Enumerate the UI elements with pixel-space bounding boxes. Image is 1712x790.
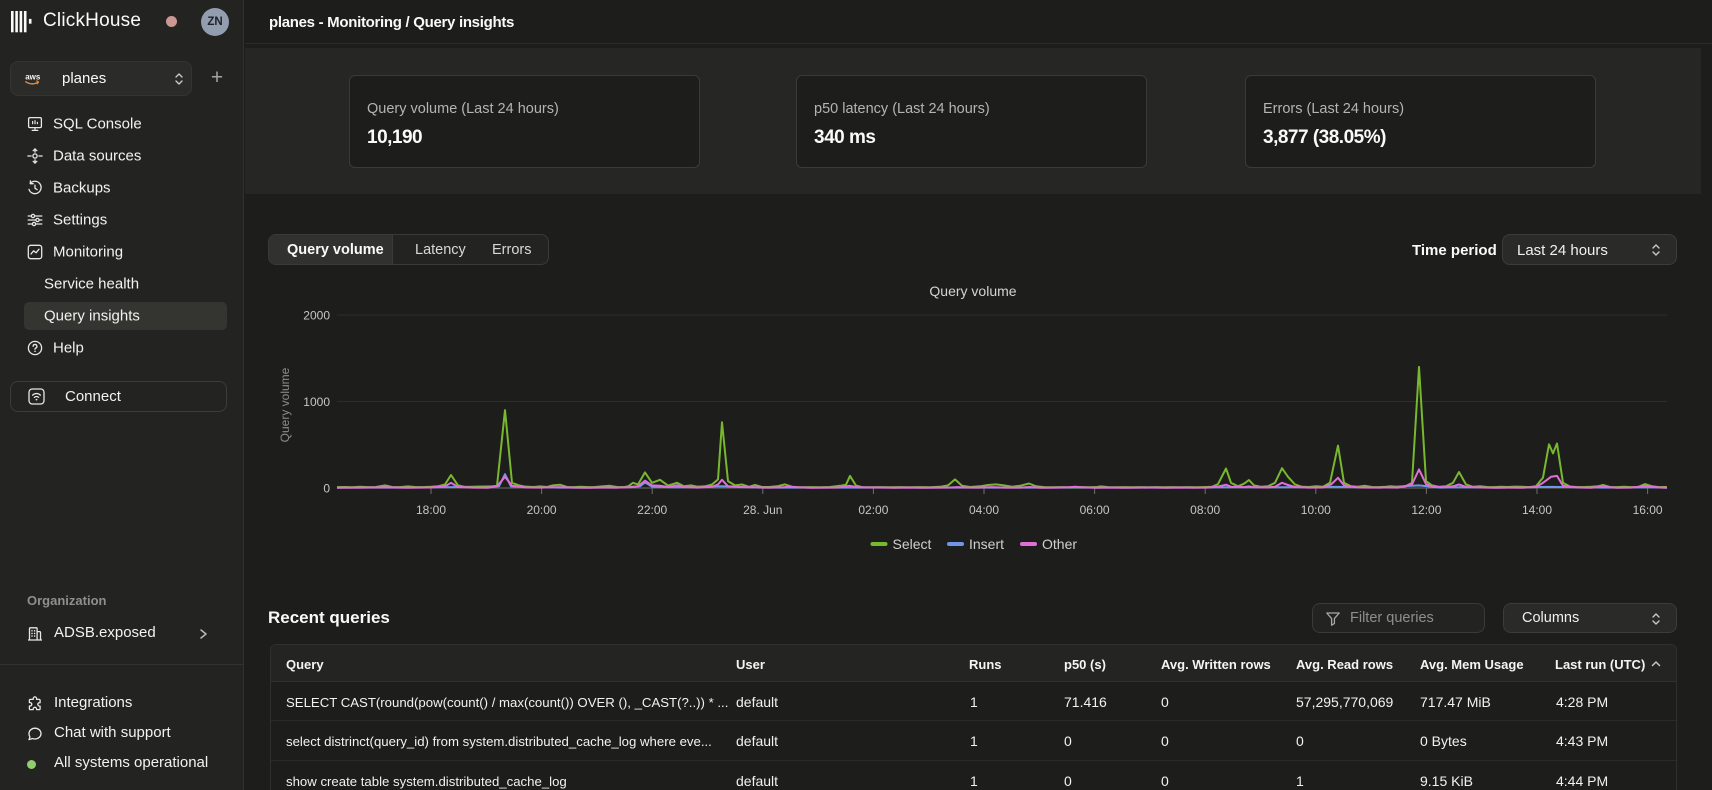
svg-text:18:00: 18:00 (416, 503, 446, 517)
svg-text:1000: 1000 (303, 395, 330, 409)
svg-text:28. Jun: 28. Jun (743, 503, 782, 517)
svg-text:16:00: 16:00 (1633, 503, 1663, 517)
svg-text:20:00: 20:00 (527, 503, 557, 517)
svg-text:2000: 2000 (303, 309, 330, 323)
svg-text:0: 0 (323, 482, 330, 496)
svg-text:04:00: 04:00 (969, 503, 999, 517)
svg-text:Query volume: Query volume (278, 367, 292, 442)
svg-text:aws: aws (25, 73, 40, 82)
svg-text:02:00: 02:00 (858, 503, 888, 517)
svg-text:08:00: 08:00 (1190, 503, 1220, 517)
svg-text:10:00: 10:00 (1301, 503, 1331, 517)
svg-text:12:00: 12:00 (1411, 503, 1441, 517)
svg-text:Select: Select (893, 536, 932, 552)
svg-text:14:00: 14:00 (1522, 503, 1552, 517)
svg-text:06:00: 06:00 (1080, 503, 1110, 517)
svg-text:Insert: Insert (969, 536, 1004, 552)
svg-text:22:00: 22:00 (637, 503, 667, 517)
svg-text:Other: Other (1042, 536, 1077, 552)
